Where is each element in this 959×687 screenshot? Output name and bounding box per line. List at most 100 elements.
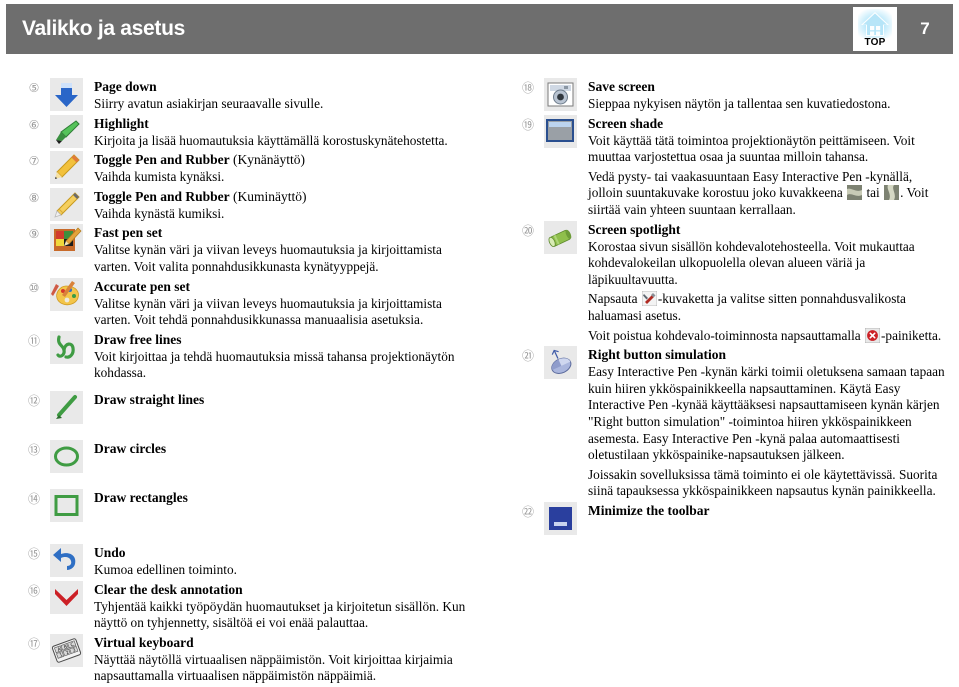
item-title-main: Toggle Pen and Rubber <box>94 188 230 204</box>
red-cross-icon[interactable] <box>49 580 83 614</box>
item-title: Screen spotlight <box>588 221 681 237</box>
item-description: Kirjoita ja lisää huomautuksia käyttämäl… <box>94 132 448 148</box>
entry-body: Toggle Pen and Rubber (Kuminäyttö) Vaihd… <box>88 188 476 223</box>
item-title: Draw circles <box>94 440 167 456</box>
item-number: ⑥ <box>28 117 40 132</box>
list-item: ⑮ Undo Kumoa edellinen toiminto. <box>24 543 476 579</box>
entry-body: Draw rectangles <box>88 489 476 507</box>
rectangle-icon[interactable] <box>49 488 83 522</box>
highlighter-icon[interactable] <box>49 114 83 148</box>
item-title-suffix: (Kuminäyttö) <box>229 188 307 204</box>
palette-icon[interactable] <box>49 277 83 311</box>
straight-line-icon[interactable] <box>49 390 83 424</box>
item-title: Toggle Pen and Rubber (Kuminäyttö) <box>94 188 476 205</box>
fast-pen-set-icon[interactable] <box>49 224 83 258</box>
icon-cell <box>44 439 88 473</box>
entry-body: Minimize the toolbar <box>582 502 950 520</box>
item-description: Vaihda kumista kynäksi. <box>94 169 225 185</box>
camera-save-screen-icon[interactable] <box>543 78 577 111</box>
item-number: ⑬ <box>27 442 40 457</box>
list-item: ⑤ Page down Siirry avatun asiakirjan seu… <box>24 78 476 113</box>
list-item: ㉒ Minimize the toolbar <box>518 501 950 535</box>
minimize-toolbar-icon[interactable] <box>543 501 577 535</box>
list-item: ⑩ Accurate pen set Valitse kynän väri ja… <box>24 277 476 329</box>
item-title: Draw straight lines <box>94 391 205 407</box>
icon-cell <box>44 78 88 111</box>
item-title-suffix: (Kynänäyttö) <box>229 152 306 168</box>
mouse-right-button-icon[interactable] <box>543 346 577 380</box>
icon-cell <box>538 114 582 148</box>
list-item: ⑦ Toggle Pen and Rubber (Kynänäyttö) Vai… <box>24 151 476 186</box>
item-number: ⑩ <box>28 280 40 295</box>
item-description: Valitse kynän väri ja viivan leveys huom… <box>94 295 442 328</box>
list-item: ⑯ Clear the desk annotation Tyhjentää ka… <box>24 580 476 632</box>
item-title-main: Toggle Pen and Rubber <box>94 152 230 168</box>
page-header: Valikko ja asetus TOP 7 <box>6 4 953 54</box>
icon-cell <box>44 330 88 364</box>
item-description: Sieppaa nykyisen näytön ja tallentaa sen… <box>588 96 891 111</box>
list-item: ⑬ Draw circles <box>24 439 476 473</box>
home-top-icon <box>858 9 892 38</box>
item-title: Clear the desk annotation <box>94 581 243 597</box>
item-description: Kumoa edellinen toiminto. <box>94 561 237 577</box>
entry-body: Draw straight lines <box>88 391 476 409</box>
item-number: ⑦ <box>28 154 40 169</box>
page-number: 7 <box>920 19 930 38</box>
item-number: ⑰ <box>27 636 40 651</box>
screen-shade-icon[interactable] <box>543 114 577 148</box>
list-item: ㉑ Right button simulation Easy Interacti… <box>518 346 950 500</box>
icon-cell <box>44 488 88 522</box>
item-description: Siirry avatun asiakirjan seuraavalle siv… <box>94 96 324 111</box>
icon-cell: A B C 1 2 3 <box>44 633 88 667</box>
item-title: Save screen <box>588 79 655 94</box>
item-number: ⑮ <box>27 546 40 561</box>
entry-body: Accurate pen set Valitse kynän väri ja v… <box>88 278 476 329</box>
top-logo[interactable]: TOP <box>853 7 897 51</box>
item-number: ⑪ <box>27 333 40 348</box>
list-item: ⑨ Fast pen set Valitse kynän väri ja vii… <box>24 224 476 275</box>
item-number: ㉑ <box>521 349 534 364</box>
entry-body: Virtual keyboard Näyttää näytöllä virtua… <box>88 634 476 685</box>
icon-cell <box>44 580 88 614</box>
item-description: Voit käyttää tätä toimintoa projektionäy… <box>588 132 915 165</box>
tools-wrench-icon <box>641 291 657 307</box>
icon-cell <box>44 224 88 258</box>
virtual-keyboard-icon[interactable]: A B C 1 2 3 <box>49 633 83 667</box>
icon-cell <box>44 187 88 221</box>
icon-cell <box>538 220 582 254</box>
free-line-icon[interactable] <box>49 330 83 364</box>
rich2-text-before: Napsauta <box>588 291 641 307</box>
list-item: ⑧ Toggle Pen and Rubber (Kuminäyttö) Vai… <box>24 187 476 223</box>
icon-cell <box>538 78 582 111</box>
entry-body: Save screen Sieppaa nykyisen näytön ja t… <box>582 78 950 113</box>
red-close-circle-icon <box>865 327 880 343</box>
pencil-icon[interactable] <box>49 151 83 185</box>
item-title: Virtual keyboard <box>94 634 194 650</box>
list-item: ⑭ Draw rectangles <box>24 488 476 522</box>
item-description: Vaihda kynästä kumiksi. <box>94 205 225 221</box>
icon-cell <box>538 501 582 535</box>
header-right-group: TOP 7 <box>853 4 953 54</box>
list-item: ⑲ Screen shade Voit käyttää tätä toimint… <box>518 114 950 219</box>
item-number: ⑤ <box>28 81 40 95</box>
undo-arrow-icon[interactable] <box>49 543 83 577</box>
item-number: ⑫ <box>27 393 40 408</box>
rich3-text-before: Voit poistua kohdevalo-toiminnosta napsa… <box>588 327 864 343</box>
item-title: Highlight <box>94 115 149 131</box>
icon-cell <box>44 390 88 424</box>
entry-body: Screen shade Voit käyttää tätä toimintoa… <box>582 115 950 219</box>
item-title: Draw free lines <box>94 331 182 347</box>
item-title: Undo <box>94 544 126 560</box>
circle-icon[interactable] <box>49 439 83 473</box>
spotlight-icon[interactable] <box>543 220 577 254</box>
shade-vertical-icon <box>884 185 900 201</box>
item-description: Easy Interactive Pen -kynän kärki toimii… <box>588 364 945 463</box>
item-number: ⑱ <box>521 81 534 95</box>
item-number: ⑭ <box>27 491 40 506</box>
pencil-eraser-icon[interactable] <box>49 187 83 221</box>
page-down-arrow-icon[interactable] <box>49 78 83 111</box>
item-description-2: Joissakin sovelluksissa tämä toiminto ei… <box>588 466 938 499</box>
item-description-rich2: Napsauta -kuvaketta ja valitse sitten po… <box>588 291 950 324</box>
